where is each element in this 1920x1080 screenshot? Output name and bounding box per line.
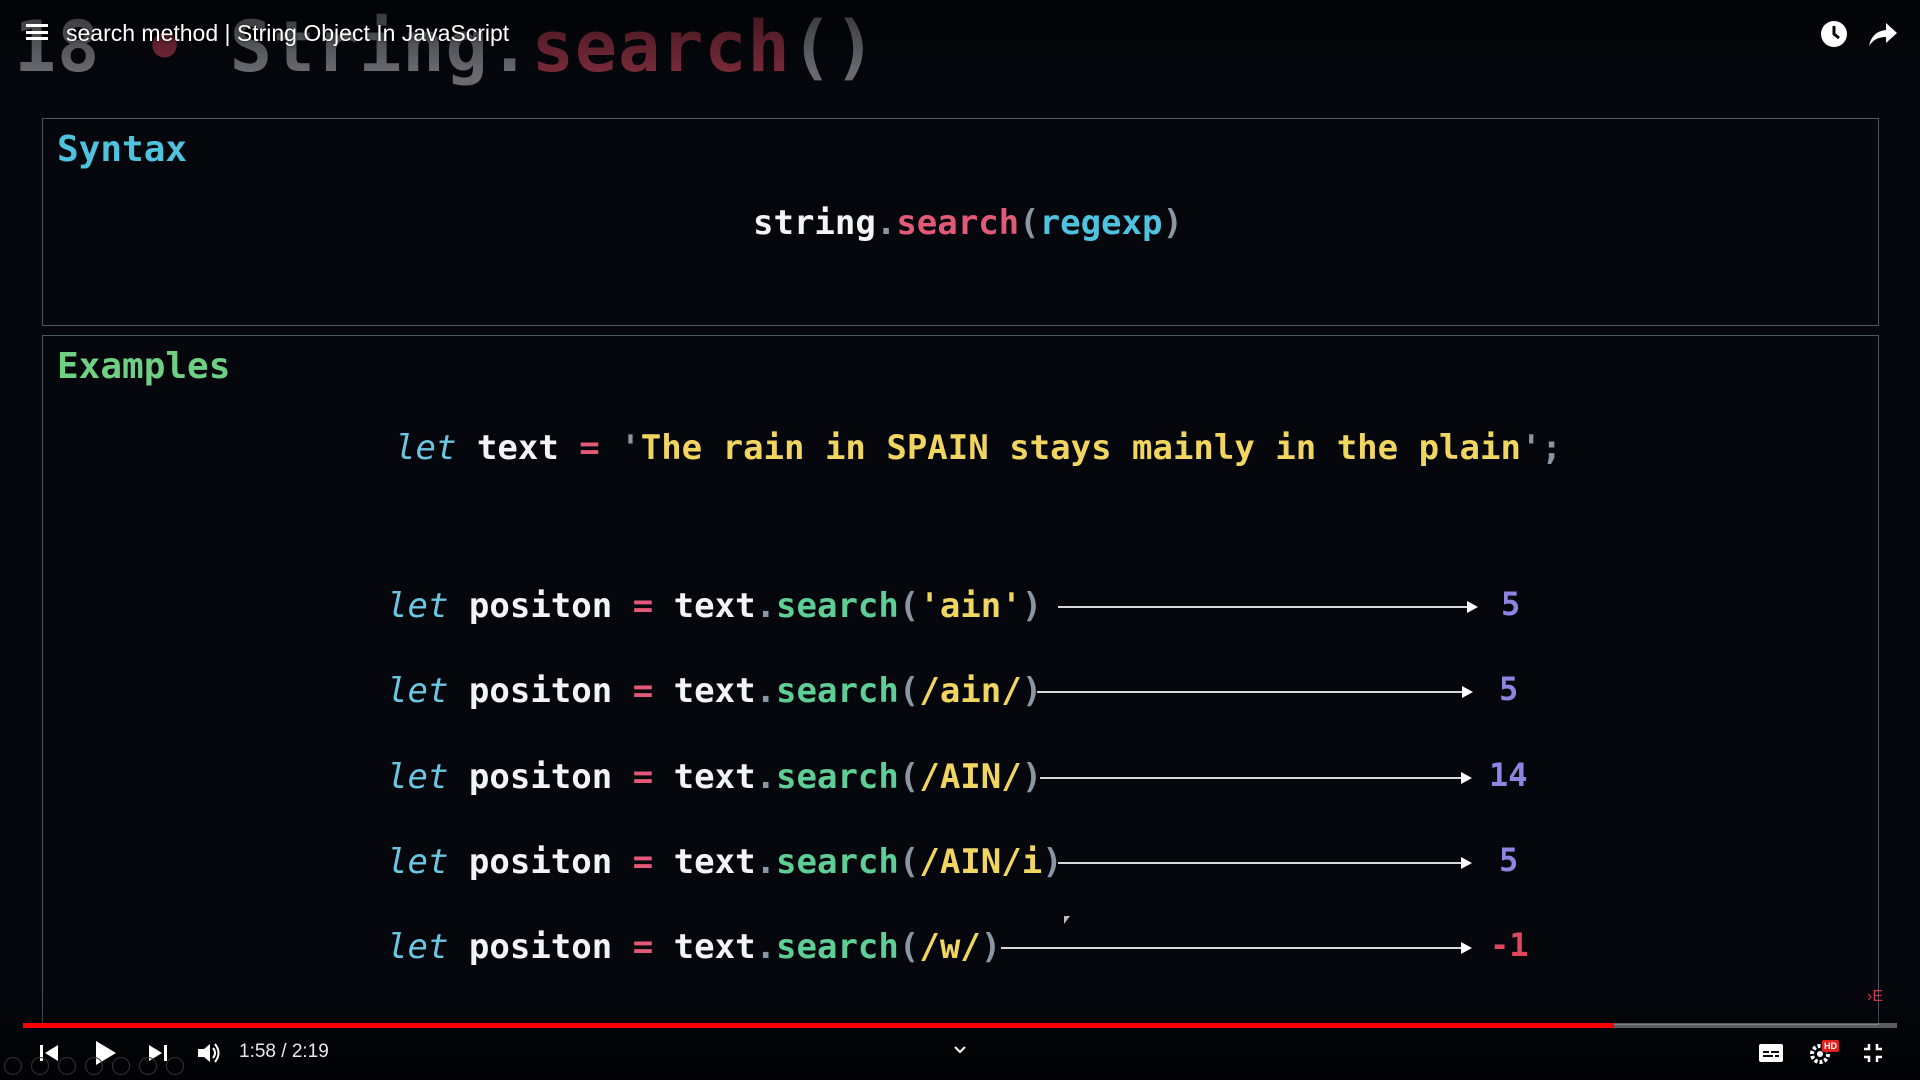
toolbar-icon[interactable] xyxy=(31,1057,49,1075)
time-display: 1:58 / 2:19 xyxy=(239,1041,329,1062)
toolbar-icon[interactable] xyxy=(139,1057,157,1075)
assign-operator: = xyxy=(632,927,654,967)
example-line-3: let positon = text.search(/AIN/) xyxy=(387,757,1042,797)
example-line-1: let positon = text.search('ain') xyxy=(387,586,1042,626)
variable-name: positon xyxy=(468,757,613,797)
variable-name: positon xyxy=(468,586,613,626)
toolbar-icon[interactable] xyxy=(166,1057,184,1075)
share-icon[interactable] xyxy=(1867,18,1899,50)
assign-operator: = xyxy=(632,586,654,626)
method-name: search xyxy=(776,757,899,797)
result-value-5: -1 xyxy=(1490,926,1529,964)
menu-icon[interactable] xyxy=(26,24,48,40)
controls-gradient xyxy=(0,990,1920,1080)
assign-operator: = xyxy=(632,757,654,797)
result-arrow xyxy=(1040,772,1472,784)
variable-name: text xyxy=(476,428,559,468)
assign-operator: = xyxy=(632,842,654,882)
progress-played xyxy=(23,1023,1615,1028)
open-paren: ( xyxy=(898,586,920,626)
result-arrow xyxy=(1001,942,1472,954)
dot: . xyxy=(755,757,777,797)
semicolon: ; xyxy=(1541,428,1562,468)
result-arrow xyxy=(1058,601,1478,613)
argument: /AIN/i xyxy=(919,842,1043,882)
video-title[interactable]: search method | String Object In JavaScr… xyxy=(66,20,509,47)
method-name: search xyxy=(776,586,899,626)
syntax-method: search xyxy=(896,203,1020,243)
examples-panel: Examples let text = 'The rain in SPAIN s… xyxy=(42,335,1879,1025)
open-paren: ( xyxy=(898,671,920,711)
argument: /ain/ xyxy=(919,671,1022,711)
argument: /w/ xyxy=(919,927,981,967)
dot: . xyxy=(755,586,777,626)
variable-name: positon xyxy=(468,842,613,882)
assign-operator: = xyxy=(579,428,600,468)
dot: . xyxy=(755,842,777,882)
open-paren: ( xyxy=(898,842,920,882)
syntax-open-paren: ( xyxy=(1019,203,1040,243)
method-name: search xyxy=(776,927,899,967)
variable-name: positon xyxy=(468,927,613,967)
string-literal: The rain in SPAIN stays mainly in the pl… xyxy=(640,428,1521,468)
method-name: search xyxy=(776,671,899,711)
open-paren: ( xyxy=(898,927,920,967)
quote-open: ' xyxy=(620,428,641,468)
toolbar-icon[interactable] xyxy=(112,1057,130,1075)
dot: . xyxy=(755,927,777,967)
watch-later-icon[interactable] xyxy=(1818,18,1850,50)
result-arrow xyxy=(1058,857,1472,869)
keyword: let xyxy=(387,586,449,626)
toolbar-icon[interactable] xyxy=(58,1057,76,1075)
argument: 'ain' xyxy=(919,586,1022,626)
keyword: let xyxy=(387,842,449,882)
text-declaration: let text = 'The rain in SPAIN stays main… xyxy=(395,428,1562,468)
object-name: text xyxy=(673,842,756,882)
toolbar-icon[interactable] xyxy=(4,1057,22,1075)
object-name: text xyxy=(673,927,756,967)
keyword: let xyxy=(395,428,457,468)
examples-title: Examples xyxy=(57,346,231,387)
syntax-object: string xyxy=(753,203,876,243)
subtitles-icon[interactable] xyxy=(1758,1042,1784,1064)
keyword: let xyxy=(387,757,449,797)
open-paren: ( xyxy=(898,757,920,797)
example-line-2: let positon = text.search(/ain/) xyxy=(387,671,1042,711)
result-value-1: 5 xyxy=(1501,585,1521,623)
syntax-argument: regexp xyxy=(1039,203,1163,243)
syntax-dot: . xyxy=(875,203,897,243)
dot: . xyxy=(755,671,777,711)
example-line-4: let positon = text.search(/AIN/i) xyxy=(387,842,1063,882)
exit-fullscreen-icon[interactable] xyxy=(1862,1042,1884,1064)
quote-close: ' xyxy=(1520,428,1542,468)
player-top-bar: search method | String Object In JavaScr… xyxy=(0,0,1920,72)
keyword: let xyxy=(387,927,449,967)
toolbar-icon[interactable] xyxy=(85,1057,103,1075)
variable-name: positon xyxy=(468,671,613,711)
syntax-title: Syntax xyxy=(57,129,188,170)
object-name: text xyxy=(673,757,756,797)
object-name: text xyxy=(673,671,756,711)
close-paren: ) xyxy=(1021,586,1043,626)
example-line-5: let positon = text.search(/w/) xyxy=(387,927,1001,967)
argument: /AIN/ xyxy=(919,757,1022,797)
progress-bar[interactable] xyxy=(23,1023,1897,1028)
result-value-2: 5 xyxy=(1499,670,1519,708)
hd-badge: HD xyxy=(1822,1040,1839,1052)
annotation-toolbar xyxy=(4,1057,193,1079)
result-value-3: 14 xyxy=(1489,756,1528,794)
assign-operator: = xyxy=(632,671,654,711)
volume-icon[interactable] xyxy=(196,1041,222,1065)
result-arrow xyxy=(1037,686,1473,698)
chevron-down-icon[interactable] xyxy=(952,1044,968,1056)
syntax-code: string.search(regexp) xyxy=(753,203,1183,243)
keyword: let xyxy=(387,671,449,711)
result-value-4: 5 xyxy=(1499,841,1519,879)
syntax-close-paren: ) xyxy=(1162,203,1183,243)
method-name: search xyxy=(776,842,899,882)
close-paren: ) xyxy=(980,927,1002,967)
syntax-panel: Syntax string.search(regexp) xyxy=(42,118,1879,326)
object-name: text xyxy=(673,586,756,626)
mouse-cursor xyxy=(1064,916,1070,924)
